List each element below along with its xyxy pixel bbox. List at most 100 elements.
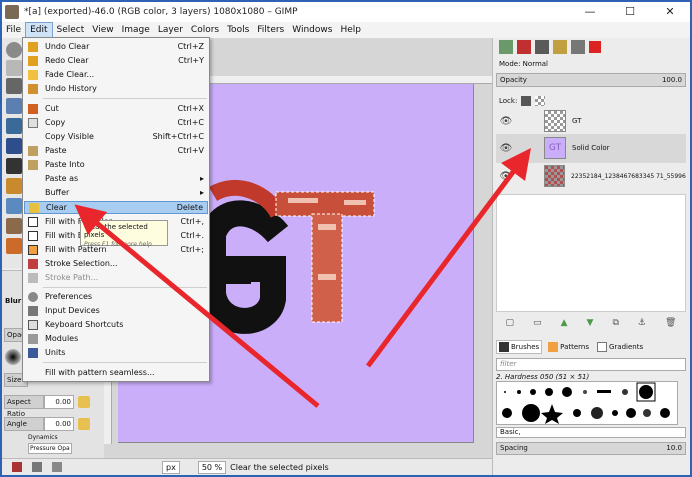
lower-layer-icon[interactable]: ▼ xyxy=(587,318,594,328)
lock-alpha-icon[interactable] xyxy=(535,96,546,106)
menu-item-keyboard-shortcuts[interactable]: Keyboard Shortcuts xyxy=(24,318,208,331)
layer-name: 22352184_1238467683345 71_559960799... xyxy=(571,172,686,180)
menu-item-clear[interactable]: Clear Delete xyxy=(24,201,208,214)
layer-row[interactable]: 👁 GT xyxy=(496,107,686,135)
menu-help[interactable]: Help xyxy=(336,22,365,38)
paint-tool-icon[interactable] xyxy=(6,158,22,174)
menu-file[interactable]: File xyxy=(2,22,25,38)
visibility-eye-icon[interactable]: 👁 xyxy=(496,171,516,182)
brick-highlight xyxy=(318,274,336,280)
menu-item-stroke-selection[interactable]: Stroke Selection... xyxy=(24,257,208,270)
color-tab-icon[interactable] xyxy=(589,41,601,53)
menu-item-fade[interactable]: Fade Clear... xyxy=(24,68,208,81)
color-picker-icon[interactable] xyxy=(6,98,22,114)
menu-item-label: Copy xyxy=(45,118,66,127)
text-tool-icon[interactable] xyxy=(6,138,22,154)
mode-value[interactable]: Normal xyxy=(523,60,548,68)
menu-item-redo[interactable]: Redo Clear Ctrl+Y xyxy=(24,54,208,67)
fuzzy-select-icon[interactable] xyxy=(6,78,22,94)
layers-tab-icon[interactable] xyxy=(499,40,513,54)
delete-options-icon[interactable] xyxy=(52,462,62,472)
new-layer-icon[interactable]: ▢ xyxy=(506,318,515,328)
menu-colors[interactable]: Colors xyxy=(187,22,223,38)
menu-item-buffer[interactable]: Buffer ▸ xyxy=(24,186,208,199)
channels-tab-icon[interactable] xyxy=(517,40,531,54)
menu-item-copy[interactable]: Copy Ctrl+C xyxy=(24,116,208,129)
save-options-icon[interactable] xyxy=(12,462,22,472)
brush-tool-icon[interactable] xyxy=(6,178,22,194)
menu-item-fill-pattern-seamless[interactable]: Fill with pattern seamless... xyxy=(24,366,208,379)
restore-options-icon[interactable] xyxy=(32,462,42,472)
duplicate-layer-icon[interactable]: ⧉ xyxy=(612,318,618,328)
menu-item-label: Stroke Path... xyxy=(45,273,99,282)
undo-tab-icon[interactable] xyxy=(553,40,567,54)
move-tool-icon[interactable] xyxy=(6,118,22,134)
menu-view[interactable]: View xyxy=(88,22,117,38)
spacing-slider[interactable]: Spacing 10.0 xyxy=(496,442,686,455)
menu-edit[interactable]: Edit xyxy=(25,22,53,38)
layer-opacity-slider[interactable]: Opacity 100.0 xyxy=(496,73,686,87)
layer-row[interactable]: 👁 GT Solid Color xyxy=(496,134,686,162)
tab-patterns[interactable]: Patterns xyxy=(546,341,591,353)
paths-tab-icon[interactable] xyxy=(535,40,549,54)
letter-t-stem xyxy=(311,213,343,323)
tab-brushes[interactable]: Brushes xyxy=(496,340,543,354)
submenu-arrow-icon: ▸ xyxy=(199,174,204,183)
menu-item-preferences[interactable]: Preferences xyxy=(24,290,208,303)
reset-icon[interactable] xyxy=(78,418,90,430)
menu-tools[interactable]: Tools xyxy=(223,22,253,38)
ellipse-select-icon[interactable] xyxy=(6,42,22,58)
menu-item-paste[interactable]: Paste Ctrl+V xyxy=(24,144,208,157)
brush-preview-icon[interactable] xyxy=(5,349,21,365)
maximize-button[interactable]: ☐ xyxy=(610,2,650,22)
close-button[interactable]: ✕ xyxy=(650,2,690,22)
reset-icon[interactable] xyxy=(78,396,90,408)
menu-layer[interactable]: Layer xyxy=(154,22,187,38)
layer-row[interactable]: 👁 22352184_1238467683345 71_559960799... xyxy=(496,162,686,190)
smudge-tool-icon[interactable] xyxy=(6,198,22,214)
unit-select[interactable]: px xyxy=(162,460,180,474)
menu-item-copy-visible[interactable]: Copy Visible Shift+Ctrl+C xyxy=(24,130,208,143)
rect-select-icon[interactable] xyxy=(6,60,22,76)
visibility-eye-icon[interactable]: 👁 xyxy=(496,143,516,154)
angle-label[interactable]: Angle xyxy=(4,417,44,431)
brush-grid[interactable] xyxy=(496,381,678,425)
history-icon xyxy=(28,83,38,94)
menu-image[interactable]: Image xyxy=(118,22,154,38)
brushes-tabs: Brushes Patterns Gradients xyxy=(496,338,686,356)
aspect-ratio-value[interactable]: 0.00 xyxy=(44,395,74,409)
brush-preset-select[interactable]: Basic, xyxy=(496,427,686,438)
raise-layer-icon[interactable]: ▲ xyxy=(561,318,568,328)
delete-layer-icon[interactable]: 🗑 xyxy=(665,318,676,328)
dynamics-value[interactable]: Pressure Opa xyxy=(28,443,72,454)
menu-item-units[interactable]: Units xyxy=(24,346,208,359)
menu-item-paste-as[interactable]: Paste as ▸ xyxy=(24,172,208,185)
aspect-ratio-label[interactable]: Aspect Ratio xyxy=(4,395,44,418)
menu-item-stroke-path[interactable]: Stroke Path... xyxy=(24,271,208,284)
anchor-layer-icon[interactable]: ⚓ xyxy=(638,318,646,328)
tab-gradients[interactable]: Gradients xyxy=(595,341,645,353)
spacing-value[interactable]: 10.0 xyxy=(666,443,682,454)
heal-tool-icon[interactable] xyxy=(6,218,22,234)
menu-item-label: Paste as xyxy=(45,174,79,183)
brush-tab-icon[interactable] xyxy=(571,40,585,54)
angle-value[interactable]: 0.00 xyxy=(44,417,74,431)
lock-pixels-icon[interactable] xyxy=(521,96,532,106)
menu-item-paste-into[interactable]: Paste Into xyxy=(24,158,208,171)
menu-windows[interactable]: Windows xyxy=(288,22,336,38)
menu-item-cut[interactable]: Cut Ctrl+X xyxy=(24,102,208,115)
menu-item-undo[interactable]: Undo Clear Ctrl+Z xyxy=(24,40,208,53)
menu-item-modules[interactable]: Modules xyxy=(24,332,208,345)
zoom-select[interactable]: 50 % xyxy=(197,460,227,474)
minimize-button[interactable]: — xyxy=(570,2,610,22)
visibility-eye-icon[interactable]: 👁 xyxy=(496,116,516,127)
layer-opacity-value[interactable]: 100.0 xyxy=(662,74,682,86)
fill-tool-icon[interactable] xyxy=(6,238,22,254)
brush-filter-input[interactable]: filter xyxy=(496,358,686,371)
new-group-icon[interactable]: ▭ xyxy=(533,318,542,328)
layer-buttons: ▢ ▭ ▲ ▼ ⧉ ⚓ 🗑 xyxy=(496,316,686,330)
menu-filters[interactable]: Filters xyxy=(253,22,288,38)
menu-item-undo-history[interactable]: Undo History xyxy=(24,82,208,95)
menu-select[interactable]: Select xyxy=(53,22,89,38)
menu-item-input-devices[interactable]: Input Devices xyxy=(24,304,208,317)
